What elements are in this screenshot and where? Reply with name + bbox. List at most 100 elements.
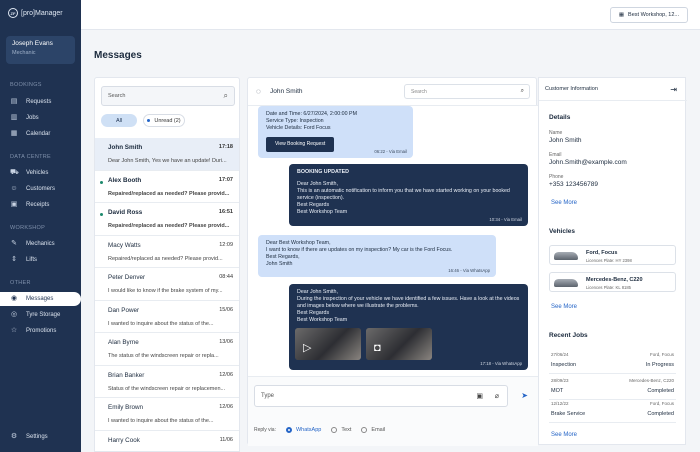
image-attachment[interactable]: ◘	[366, 328, 432, 360]
receipt-icon: ▣	[10, 201, 18, 208]
workshop-name: Best Workshop, 12...	[628, 12, 679, 18]
nav-jobs[interactable]: ▥ Jobs	[0, 111, 81, 125]
nav-customers[interactable]: ☺ Customers	[0, 182, 81, 196]
clipboard-icon: ▥	[10, 114, 18, 121]
vehicle-plate: Licences Plate: KL 8185	[586, 285, 632, 290]
message-line: Best Workshop Team	[297, 316, 348, 323]
paperclip-icon[interactable]: ⌀	[495, 392, 499, 400]
job-date: 12/12/22	[551, 401, 569, 406]
conversation-preview: Status of the windscreen repair or repla…	[108, 385, 226, 392]
play-icon: ▷	[303, 342, 312, 355]
conversation-name: Peter Denver	[108, 274, 146, 281]
workshop-selector[interactable]: ▦ Best Workshop, 12...	[609, 7, 688, 23]
conversation-time: 13/06	[219, 339, 233, 345]
chat-header: ◌ John Smith Search ⌕	[248, 78, 538, 106]
reply-email-radio[interactable]: Email	[361, 427, 385, 433]
send-icon[interactable]: ➤	[521, 391, 528, 400]
chat-search-input[interactable]: Search ⌕	[404, 84, 530, 99]
customer-info-title: Customer Information	[545, 86, 598, 92]
zf-logo-icon: ZF	[8, 8, 18, 18]
job-row[interactable]: 28/09/23 MOT Mercedes-Benz, C220 Complet…	[549, 376, 676, 400]
nav-settings-label: Settings	[26, 434, 48, 440]
message-bubble-outgoing: Dear John Smith, During the inspection o…	[289, 284, 528, 370]
filter-unread-label: Unread (2)	[154, 117, 181, 124]
message-line: Best Regards	[297, 309, 330, 316]
nav-customers-label: Customers	[26, 186, 56, 192]
conversation-name: Alan Byrne	[108, 339, 139, 346]
user-card[interactable]: Joseph Evans Mechanic	[6, 36, 75, 64]
template-icon[interactable]: ▣	[476, 392, 483, 400]
unread-dot-icon	[100, 213, 103, 216]
search-icon[interactable]: ⌕	[521, 88, 524, 95]
details-see-more-link[interactable]: See More	[551, 200, 577, 206]
conversation-name: John Smith	[108, 144, 143, 151]
nav-vehicles[interactable]: ⛟ Vehicles	[0, 166, 81, 180]
conversation-item[interactable]: Alan Byrne 13/06 The status of the winds…	[95, 333, 239, 366]
users-icon: ☺	[10, 185, 18, 192]
conversation-item[interactable]: Macy Watts 12:09 Repaired/replaced as ne…	[95, 236, 239, 268]
conversation-name: Emily Brown	[108, 404, 143, 411]
nav-receipts[interactable]: ▣ Receipts	[0, 198, 81, 212]
conversation-item[interactable]: Alex Booth 17:07 Repaired/replaced as ne…	[95, 171, 239, 203]
customer-email: John.Smith@example.com	[549, 159, 627, 166]
reply-email-label: Email	[371, 427, 386, 433]
conversation-time: 17:18	[218, 144, 233, 150]
vehicles-see-more-link[interactable]: See More	[551, 304, 577, 310]
nav-lifts[interactable]: ⇕ Lifts	[0, 253, 81, 267]
nav-lifts-label: Lifts	[26, 257, 38, 263]
view-booking-request-button[interactable]: View Booking Request	[266, 136, 335, 152]
vehicle-card[interactable]: Ford, Focus Licences Plate: HY 2398	[549, 245, 676, 265]
nav-tyre-storage-label: Tyre Storage	[26, 312, 61, 318]
nav-messages[interactable]: ◉ Messages	[0, 292, 81, 306]
conversation-item[interactable]: Emily Brown 12/06 I wanted to inquire ab…	[95, 398, 239, 431]
lift-icon: ⇕	[11, 256, 17, 263]
section-other: OTHER	[10, 280, 31, 286]
conversation-preview: I wanted to inquire about the status of …	[108, 320, 214, 327]
reply-via-group: Reply via: WhatsApp Text Email	[254, 427, 385, 433]
vehicle-card[interactable]: Mercedes-Benz, C220 Licences Plate: KL 8…	[549, 272, 676, 292]
conversation-item[interactable]: Dan Power 15/06 I wanted to inquire abou…	[95, 301, 239, 333]
collapse-panel-icon[interactable]: ⇥	[670, 85, 677, 94]
page-title: Messages	[94, 50, 142, 61]
job-date: 28/09/23	[551, 378, 569, 383]
video-attachment[interactable]: ▷	[295, 328, 361, 360]
vehicle-name: Mercedes-Benz, C220	[586, 277, 643, 283]
conversation-search-input[interactable]: Search ⌕	[101, 86, 235, 106]
conversation-item[interactable]: Harry Cook 11/06	[95, 431, 239, 452]
tyre-icon: ◎	[10, 311, 18, 318]
user-role: Mechanic	[12, 50, 36, 56]
message-line: Service Type: Inspection	[266, 117, 324, 124]
job-vehicle: Ford, Focus	[649, 352, 674, 357]
message-input[interactable]: Type ▣ ⌀	[254, 385, 508, 407]
conversation-item[interactable]: Peter Denver 08:44 I would like to know …	[95, 268, 239, 301]
message-bubble-incoming: Date and Time: 6/27/2024, 2:00:00 PM Ser…	[258, 106, 413, 158]
nav-mechanics-label: Mechanics	[26, 241, 55, 247]
nav-calendar[interactable]: ▦ Calendar	[0, 127, 81, 141]
job-type: Inspection	[551, 362, 577, 368]
nav-promotions[interactable]: ☆ Promotions	[0, 324, 81, 338]
job-row[interactable]: 27/06/24 Inspection Ford, Focus In Progr…	[549, 350, 676, 374]
chat-bubble-icon: ◌	[256, 87, 261, 96]
jobs-see-more-link[interactable]: See More	[551, 432, 577, 438]
recent-jobs-title: Recent Jobs	[549, 332, 588, 339]
vehicle-name: Ford, Focus	[586, 250, 618, 256]
job-type: Brake Service	[551, 411, 586, 417]
filter-unread[interactable]: Unread (2)	[143, 114, 185, 127]
job-row[interactable]: 12/12/22 Brake Service Ford, Focus Compl…	[549, 399, 676, 423]
job-status: Completed	[647, 388, 674, 394]
nav-requests[interactable]: ▤ Requests	[0, 95, 81, 109]
conversation-item[interactable]: David Ross 16:51 Repaired/replaced as ne…	[95, 203, 239, 236]
nav-tyre-storage[interactable]: ◎ Tyre Storage	[0, 308, 81, 322]
nav-settings[interactable]: ⚙ Settings	[0, 430, 81, 444]
reply-whatsapp-radio[interactable]: WhatsApp	[285, 427, 321, 433]
message-heading: BOOKING UPDATED	[297, 169, 349, 175]
search-icon[interactable]: ⌕	[224, 91, 228, 101]
conversation-time: 08:44	[219, 274, 233, 280]
customer-name: John Smith	[549, 137, 582, 144]
reply-text-radio[interactable]: Text	[331, 427, 351, 433]
conversation-item[interactable]: Brian Banker 12/06 Status of the windscr…	[95, 366, 239, 398]
filter-all[interactable]: All	[101, 114, 137, 127]
conversation-item[interactable]: John Smith 17:18 Dear John Smith, Yes we…	[95, 138, 239, 171]
nav-mechanics[interactable]: ✎ Mechanics	[0, 237, 81, 251]
app-logo[interactable]: ZF [pro]Manager	[8, 8, 63, 18]
